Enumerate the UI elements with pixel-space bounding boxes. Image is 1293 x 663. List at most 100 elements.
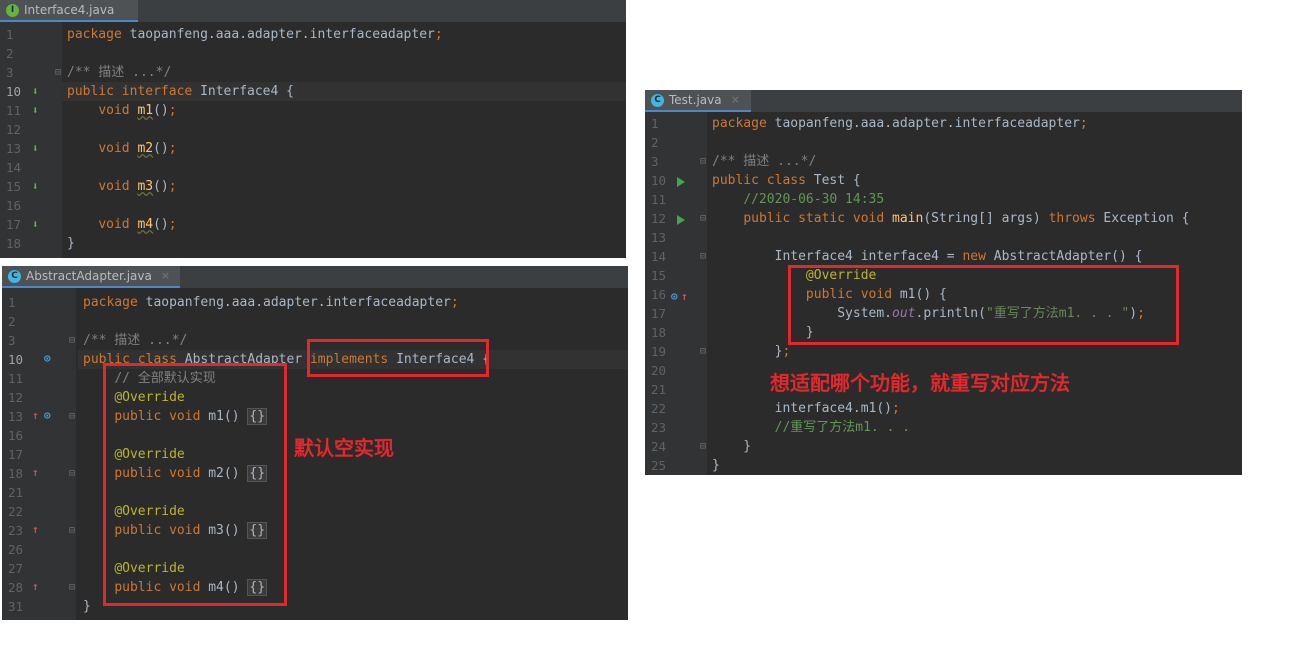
code-line: public interface Interface4 { xyxy=(67,82,294,101)
fold-marker-icon[interactable]: ⊟ xyxy=(55,63,61,82)
code-line: interface4.m1(); xyxy=(712,399,900,418)
code-token: Interface4 { xyxy=(200,84,294,99)
fold-marker-icon[interactable]: ⊟ xyxy=(700,342,706,361)
line-number: 1 xyxy=(8,295,16,310)
fold-marker-icon[interactable]: ⊟ xyxy=(700,437,706,456)
code-token: } xyxy=(83,599,91,614)
code-token: m3 xyxy=(137,179,154,194)
fold-marker-icon[interactable]: ⊟ xyxy=(69,407,75,426)
code-token: //重写了方法m1. . . xyxy=(774,420,911,435)
line-number: 17 xyxy=(6,217,22,232)
close-icon[interactable]: × xyxy=(731,89,740,111)
close-icon[interactable]: × xyxy=(161,265,170,287)
run-icon[interactable] xyxy=(677,177,685,187)
code-line: } xyxy=(712,456,720,475)
line-number: 17 xyxy=(8,447,24,462)
line-number: 14 xyxy=(651,249,667,264)
code-token: package xyxy=(67,27,130,42)
line-number: 1 xyxy=(651,116,659,131)
code-token: ; xyxy=(1079,116,1088,131)
code-line: void m2(); xyxy=(67,139,177,158)
line-number: 2 xyxy=(8,314,16,329)
code-line: //2020-06-30 14:35 xyxy=(712,190,884,209)
fold-marker-icon[interactable]: ⊟ xyxy=(700,247,706,266)
tab-interface4-java[interactable]: I Interface4.java xyxy=(0,0,138,22)
code-line: /** 描述 ...*/ xyxy=(712,152,816,171)
code-token: public class xyxy=(712,173,814,188)
interface-file-icon: I xyxy=(6,3,19,17)
code-token: /** 描述 ...*/ xyxy=(712,154,817,169)
code-token: () xyxy=(153,141,169,156)
code-token: public interface xyxy=(67,84,201,99)
line-number: 11 xyxy=(8,371,24,386)
overridden-icon[interactable]: ⊙ xyxy=(44,406,51,425)
code-token: ; xyxy=(168,103,177,118)
implemented-down-arrow-icon[interactable]: ⬇ xyxy=(32,101,39,120)
fold-marker-icon[interactable]: ⊟ xyxy=(69,521,75,540)
implemented-down-arrow-icon[interactable]: ⬇ xyxy=(32,82,39,101)
implemented-down-arrow-icon[interactable]: ⬇ xyxy=(32,177,39,196)
line-number: 15 xyxy=(6,179,22,194)
implements-up-arrow-icon[interactable]: ↑ xyxy=(32,406,39,425)
code-token: m4 xyxy=(137,217,154,232)
line-number: 12 xyxy=(651,211,667,226)
implements-up-arrow-icon[interactable]: ↑ xyxy=(32,577,39,596)
code-token: m1 xyxy=(137,103,154,118)
implements-up-arrow-icon[interactable]: ↑ xyxy=(32,520,39,539)
override-highlight-box xyxy=(788,265,1179,345)
fold-marker-icon[interactable]: ⊟ xyxy=(69,578,75,597)
line-number: 27 xyxy=(8,561,24,576)
code-line: package taopanfeng.aaa.adapter.interface… xyxy=(67,25,443,44)
line-number: 12 xyxy=(8,390,24,405)
line-number: 11 xyxy=(651,192,667,207)
code-token: ; xyxy=(168,179,177,194)
code-line: } xyxy=(83,597,91,616)
line-number: 16 xyxy=(6,198,22,213)
line-number: 23 xyxy=(651,420,667,435)
code-token: /** 描述 ...*/ xyxy=(67,65,172,80)
override-icon[interactable]: ⊙ xyxy=(671,287,678,306)
code-token: //2020-06-30 14:35 xyxy=(743,192,885,207)
inheritor-icon[interactable]: ⊙ xyxy=(44,349,51,368)
code-token: ; xyxy=(782,344,791,359)
line-number: 19 xyxy=(651,344,667,359)
code-token: throws xyxy=(1048,211,1104,226)
fold-marker-icon[interactable]: ⊟ xyxy=(69,464,75,483)
code-token: ; xyxy=(168,141,177,156)
tab-label: Interface4.java xyxy=(24,3,115,17)
tab-test-java[interactable]: C Test.java × xyxy=(645,90,751,112)
code-token: (String[] args) xyxy=(923,211,1049,226)
code-token: /** 描述 ...*/ xyxy=(83,333,188,348)
tab-abstractadapter-java[interactable]: C AbstractAdapter.java × xyxy=(2,266,180,288)
override-up-arrow-icon[interactable]: ↑ xyxy=(681,287,688,306)
editor-tab-bar: C Test.java × xyxy=(645,90,1242,112)
code-token: AbstractAdapter() { xyxy=(993,249,1143,264)
line-number: 3 xyxy=(651,154,659,169)
code-token: Test { xyxy=(813,173,861,188)
implemented-down-arrow-icon[interactable]: ⬇ xyxy=(32,215,39,234)
run-icon[interactable] xyxy=(677,215,685,225)
line-number: 13 xyxy=(6,141,22,156)
code-token: main xyxy=(892,211,924,226)
code-token: } xyxy=(712,439,752,454)
tab-label: Test.java xyxy=(669,93,722,107)
fold-marker-icon[interactable]: ⊟ xyxy=(700,152,706,171)
fold-marker-icon[interactable]: ⊟ xyxy=(69,331,75,350)
implements-up-arrow-icon[interactable]: ↑ xyxy=(32,463,39,482)
override-method-note: 想适配哪个功能，就重写对应方法 xyxy=(770,371,1070,395)
code-token: taopanfeng.aaa.adapter.interfaceadapter xyxy=(774,116,1080,131)
code-token: void xyxy=(98,179,138,194)
implemented-down-arrow-icon[interactable]: ⬇ xyxy=(32,139,39,158)
code-token: new xyxy=(962,249,994,264)
code-line: void m3(); xyxy=(67,177,177,196)
line-number: 18 xyxy=(651,325,667,340)
line-number: 12 xyxy=(6,122,22,137)
line-number: 11 xyxy=(6,103,22,118)
code-line: package taopanfeng.aaa.adapter.interface… xyxy=(712,114,1088,133)
code-area[interactable]: package taopanfeng.aaa.adapter.interface… xyxy=(62,22,626,258)
fold-marker-icon[interactable]: ⊟ xyxy=(700,209,706,228)
code-line: } xyxy=(712,437,751,456)
